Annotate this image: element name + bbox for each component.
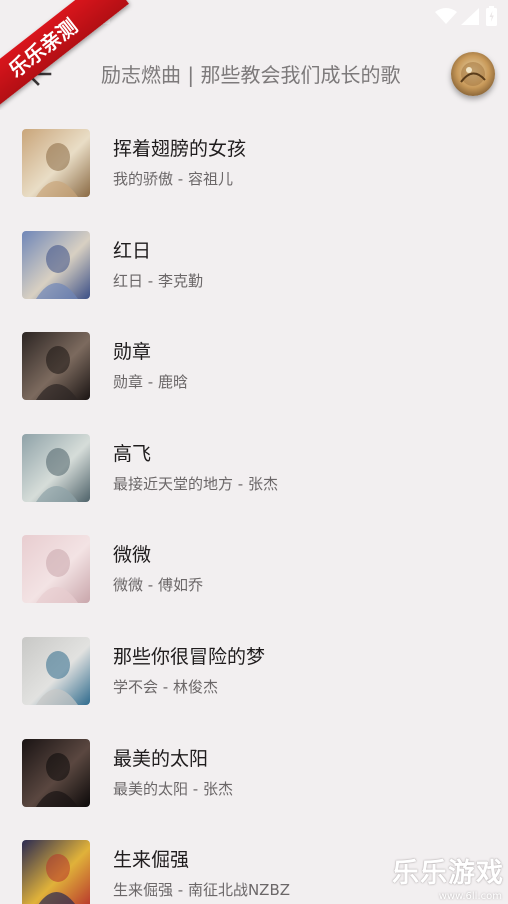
album-cover — [22, 230, 90, 299]
song-row[interactable]: 勋章勋章 - 鹿晗 — [0, 319, 508, 421]
song-row[interactable]: 那些你很冒险的梦学不会 - 林俊杰 — [0, 624, 508, 726]
song-album-artist: 最美的太阳 - 张杰 — [113, 779, 233, 798]
ribbon-text: 乐乐亲测 — [0, 0, 129, 110]
playlist-avatar[interactable] — [451, 52, 495, 96]
song-album-artist: 我的骄傲 - 容祖儿 — [113, 170, 233, 188]
song-row[interactable]: 最美的太阳最美的太阳 - 张杰 — [0, 726, 508, 828]
song-title: 挥着翅膀的女孩 — [113, 138, 247, 160]
song-title: 勋章 — [113, 341, 152, 364]
song-title: 生来倔强 — [113, 849, 190, 872]
song-row[interactable]: 红日红日 - 李克勤 — [0, 218, 508, 320]
song-album-artist: 最接近天堂的地方 - 张杰 — [113, 474, 278, 493]
signal-icon — [461, 8, 479, 25]
ribbon-watermark: 乐乐亲测 — [0, 0, 150, 110]
song-list: 挥着翅膀的女孩我的骄傲 - 容祖儿红日红日 - 李克勤勋章勋章 - 鹿晗高飞最接… — [0, 116, 508, 904]
watermark-url: www.6ll.com — [438, 891, 502, 902]
song-title: 红日 — [113, 239, 152, 262]
watermark-logo: 乐乐游戏 — [392, 858, 504, 889]
song-row[interactable]: 高飞最接近天堂的地方 - 张杰 — [0, 421, 508, 523]
screen: 乐乐亲测 励志燃曲 | 那些教会我们成长的歌 挥着翅膀的女孩 我的骄傲 - 容祖… — [0, 0, 508, 904]
song-row[interactable]: 挥着翅膀的女孩我的骄傲 - 容祖儿 — [0, 116, 508, 218]
album-cover — [22, 433, 90, 502]
song-row[interactable]: 微微微微 - 傅如乔 — [0, 522, 508, 624]
song-title: 高飞 — [113, 442, 152, 465]
album-cover — [22, 332, 90, 401]
battery-icon — [486, 6, 497, 26]
album-cover — [22, 129, 90, 197]
album-cover — [22, 738, 90, 807]
song-album-artist: 生来倔强 - 南征北战NZBZ — [113, 881, 291, 900]
song-album-artist: 勋章 - 鹿晗 — [113, 373, 188, 392]
song-album-artist: 红日 - 李克勤 — [113, 271, 203, 290]
song-album-artist: 微微 - 傅如乔 — [113, 576, 203, 595]
song-title: 微微 — [113, 544, 152, 567]
song-title: 那些你很冒险的梦 — [113, 645, 266, 668]
song-title: 最美的太阳 — [113, 747, 209, 770]
album-cover — [22, 636, 90, 705]
album-cover — [22, 840, 90, 904]
wifi-icon — [435, 8, 457, 24]
song-album-artist: 学不会 - 林俊杰 — [113, 677, 218, 696]
album-cover — [22, 535, 90, 604]
